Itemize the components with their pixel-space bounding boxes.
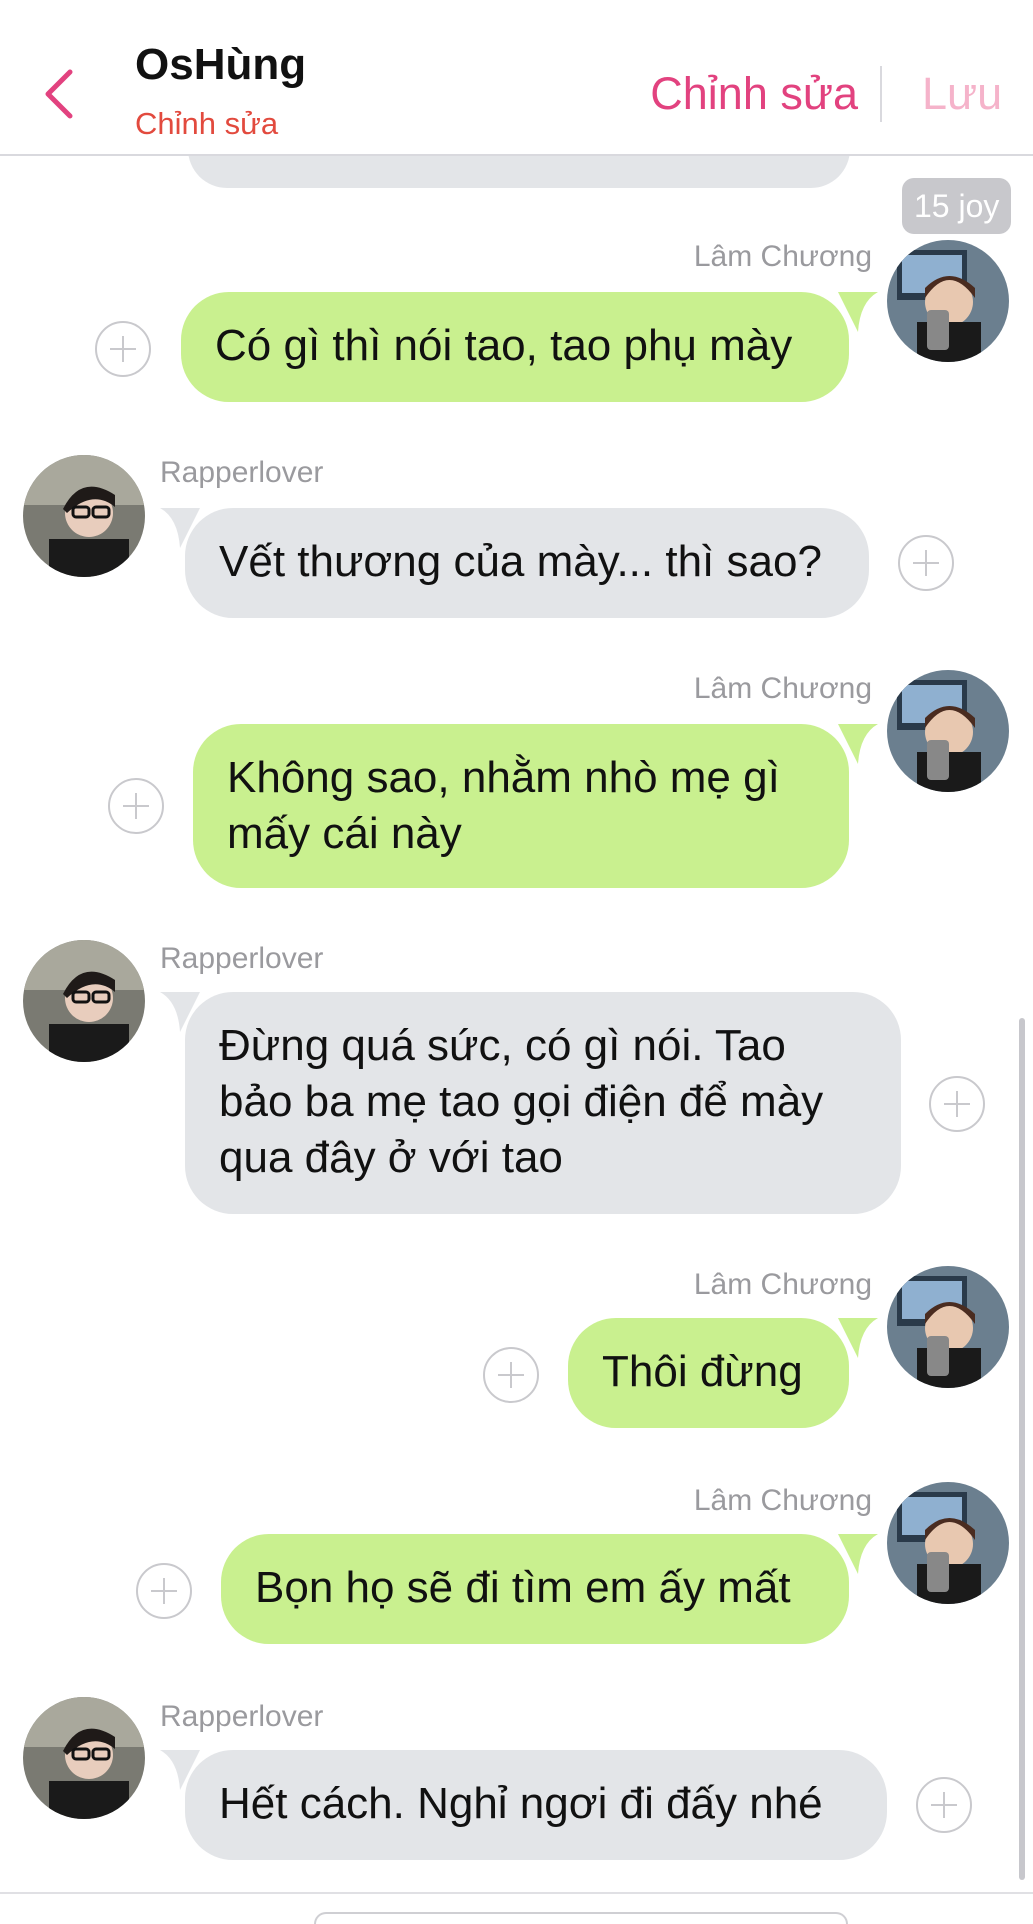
- sender-name: Rapperlover: [160, 942, 324, 975]
- avatar-lam-chuong[interactable]: [887, 1482, 1009, 1604]
- message-bubble-outgoing[interactable]: Bọn họ sẽ đi tìm em ấy mất: [221, 1534, 849, 1644]
- bubble-tail: [160, 992, 200, 1032]
- sender-name: Rapperlover: [160, 456, 324, 489]
- avatar-image: [23, 1697, 145, 1819]
- chat-title: OsHùng: [135, 40, 307, 89]
- avatar-rapperlover[interactable]: [23, 1697, 145, 1819]
- save-button[interactable]: Lưu: [922, 68, 1002, 120]
- avatar-image: [887, 670, 1009, 792]
- header-divider: [880, 66, 882, 122]
- bubble-tail: [838, 724, 878, 764]
- bubble-tail: [160, 1750, 200, 1790]
- avatar-image: [887, 1266, 1009, 1388]
- message-bubble-incoming[interactable]: Vết thương của mày... thì sao?: [185, 508, 869, 618]
- bubble-tail: [838, 292, 878, 332]
- add-reaction-button[interactable]: [108, 778, 164, 834]
- scrollbar[interactable]: [1019, 1018, 1025, 1880]
- chat-area[interactable]: 15 joy Lâm Chương Có gì thì nói tao, tao…: [0, 0, 1033, 1924]
- sender-name: Lâm Chương: [693, 240, 872, 273]
- message-text: Không sao, nhằm nhò mẹ gì mấy cái này: [227, 753, 780, 858]
- add-reaction-button[interactable]: [898, 535, 954, 591]
- avatar-rapperlover[interactable]: [23, 455, 145, 577]
- sender-name: Lâm Chương: [693, 1484, 872, 1517]
- message-bubble-outgoing[interactable]: Không sao, nhằm nhò mẹ gì mấy cái này: [193, 724, 849, 888]
- message-bubble-outgoing[interactable]: Thôi đừng: [568, 1318, 849, 1428]
- message-text: Đừng quá sức, có gì nói. Tao bảo ba mẹ t…: [219, 1021, 824, 1182]
- message-bubble-incoming[interactable]: Hết cách. Nghỉ ngơi đi đấy nhé: [185, 1750, 887, 1860]
- bubble-tail: [838, 1534, 878, 1574]
- message-text: Bọn họ sẽ đi tìm em ấy mất: [255, 1563, 791, 1612]
- bottom-divider: [0, 1892, 1033, 1894]
- add-reaction-button[interactable]: [95, 321, 151, 377]
- sender-name: Lâm Chương: [693, 672, 872, 705]
- message-text: Có gì thì nói tao, tao phụ mày: [215, 321, 793, 370]
- avatar-lam-chuong[interactable]: [887, 1266, 1009, 1388]
- chat-header: OsHùng Chỉnh sửa Chỉnh sửa Lưu: [0, 0, 1033, 156]
- message-bubble-outgoing[interactable]: Có gì thì nói tao, tao phụ mày: [181, 292, 849, 402]
- message-text: Hết cách. Nghỉ ngơi đi đấy nhé: [219, 1779, 823, 1828]
- sender-name: Rapperlover: [160, 1700, 324, 1733]
- add-reaction-button[interactable]: [916, 1777, 972, 1833]
- back-button[interactable]: [40, 66, 80, 122]
- message-text: Vết thương của mày... thì sao?: [219, 537, 822, 586]
- add-reaction-button[interactable]: [483, 1347, 539, 1403]
- avatar-image: [887, 240, 1009, 362]
- avatar-lam-chuong[interactable]: [887, 240, 1009, 362]
- avatar-rapperlover[interactable]: [23, 940, 145, 1062]
- avatar-image: [23, 455, 145, 577]
- avatar-lam-chuong[interactable]: [887, 670, 1009, 792]
- chat-subtitle: Chỉnh sửa: [135, 106, 279, 141]
- add-reaction-button[interactable]: [929, 1076, 985, 1132]
- sender-name: Lâm Chương: [693, 1268, 872, 1301]
- message-text: Thôi đừng: [602, 1347, 803, 1396]
- avatar-image: [23, 940, 145, 1062]
- time-badge: 15 joy: [902, 178, 1012, 234]
- message-bubble-incoming[interactable]: Đừng quá sức, có gì nói. Tao bảo ba mẹ t…: [185, 992, 901, 1214]
- bubble-tail: [160, 508, 200, 548]
- chevron-left-icon: [45, 69, 73, 119]
- bubble-tail: [838, 1318, 878, 1358]
- input-bar-edge: [314, 1912, 848, 1924]
- avatar-image: [887, 1482, 1009, 1604]
- add-reaction-button[interactable]: [136, 1563, 192, 1619]
- edit-button[interactable]: Chỉnh sửa: [650, 68, 858, 120]
